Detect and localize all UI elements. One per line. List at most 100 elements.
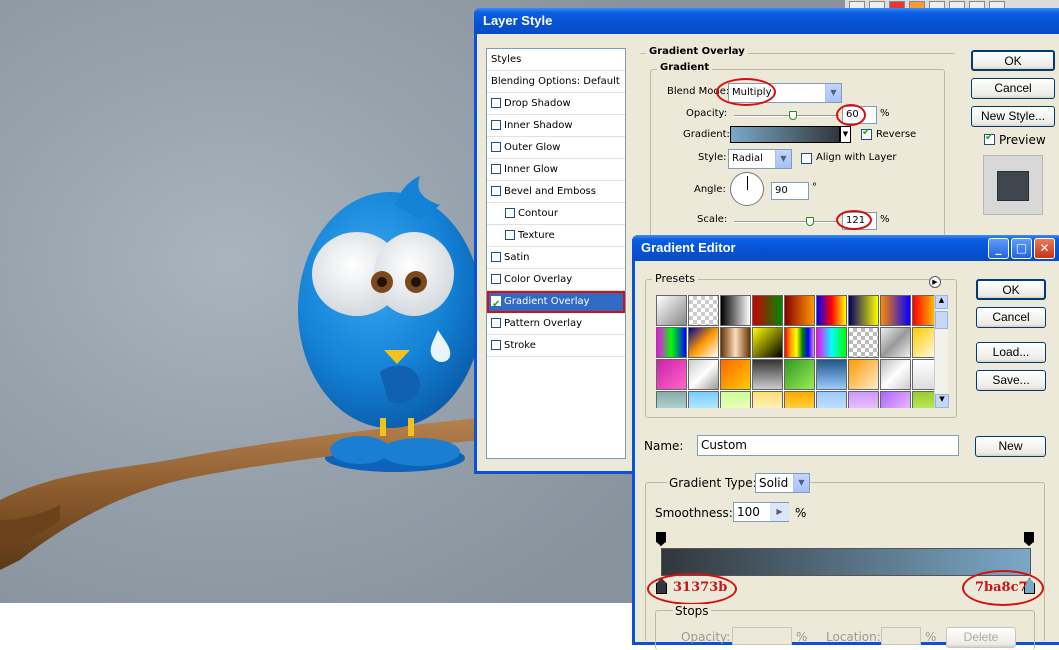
align-with-layer-label: Align with Layer [816,152,897,163]
styles-header[interactable]: Styles [487,49,625,71]
preset-swatch[interactable] [848,327,879,358]
style-item-color-overlay[interactable]: Color Overlay [487,269,625,291]
minimize-icon[interactable]: _ [988,238,1009,259]
name-field[interactable]: Custom [697,435,959,456]
preview-checkbox[interactable] [984,132,995,145]
new-gradient-button[interactable]: New [975,436,1046,457]
preset-swatch[interactable] [720,295,751,326]
style-item-inner-shadow[interactable]: Inner Shadow [487,115,625,137]
preset-swatch[interactable] [912,295,934,326]
style-item-checkbox[interactable] [491,164,501,174]
preset-swatch[interactable] [688,359,719,390]
style-item-checkbox[interactable] [491,142,501,152]
align-with-layer-checkbox[interactable] [801,153,812,164]
style-item-checkbox[interactable] [491,120,501,130]
preset-swatch[interactable] [816,295,847,326]
preset-swatch[interactable] [656,391,687,408]
gradient-preview-bar[interactable] [661,548,1031,576]
preset-swatch[interactable] [688,391,719,408]
preset-swatch[interactable] [912,327,934,358]
presets-scrollbar[interactable]: ▲ ▼ [934,295,949,408]
preset-swatch[interactable] [784,295,815,326]
style-item-inner-glow[interactable]: Inner Glow [487,159,625,181]
preset-swatch[interactable] [784,327,815,358]
gradient-dropdown[interactable]: ▼ [840,126,851,143]
preset-swatch[interactable] [880,327,911,358]
preset-swatch[interactable] [656,359,687,390]
ge-save-button[interactable]: Save... [976,370,1046,391]
style-item-checkbox[interactable] [491,318,501,328]
styles-list: Styles Blending Options: Default Drop Sh… [486,48,626,459]
style-item-texture[interactable]: Texture [487,225,625,247]
preset-swatch[interactable] [880,359,911,390]
preset-swatch[interactable] [848,391,879,408]
style-item-satin[interactable]: Satin [487,247,625,269]
preset-swatch[interactable] [720,327,751,358]
scale-slider[interactable] [734,217,839,226]
style-item-checkbox[interactable] [491,274,501,284]
delete-stop-button[interactable]: Delete [946,627,1016,648]
maximize-icon[interactable]: □ [1011,238,1032,259]
preset-swatch[interactable] [688,295,719,326]
style-item-outer-glow[interactable]: Outer Glow [487,137,625,159]
new-style-button[interactable]: New Style... [971,106,1055,127]
style-item-checkbox[interactable] [491,252,501,262]
preset-swatch[interactable] [656,295,687,326]
preset-swatch[interactable] [784,391,815,408]
ge-ok-button[interactable]: OK [976,279,1046,300]
stop-opacity-field[interactable] [732,627,792,645]
preset-swatch[interactable] [816,327,847,358]
preset-swatch[interactable] [752,295,783,326]
presets-menu-icon[interactable]: ▶ [929,276,941,288]
preset-swatch[interactable] [912,359,934,390]
preset-swatch[interactable] [816,359,847,390]
preset-swatch[interactable] [752,359,783,390]
ge-cancel-button[interactable]: Cancel [976,307,1046,328]
preset-swatch[interactable] [880,295,911,326]
style-item-checkbox[interactable] [505,230,515,240]
style-item-gradient-overlay[interactable]: Gradient Overlay [487,291,625,315]
blending-options-item[interactable]: Blending Options: Default [487,71,625,93]
preset-swatch[interactable] [752,327,783,358]
preset-swatch[interactable] [880,391,911,408]
style-item-drop-shadow[interactable]: Drop Shadow [487,93,625,115]
ge-load-button[interactable]: Load... [976,342,1046,363]
scale-label: Scale: [697,214,728,225]
style-item-checkbox[interactable] [491,98,501,108]
style-item-pattern-overlay[interactable]: Pattern Overlay [487,313,625,335]
preset-swatch[interactable] [848,359,879,390]
close-icon[interactable]: ✕ [1034,238,1055,259]
preset-swatch[interactable] [656,327,687,358]
opacity-slider[interactable] [734,111,839,120]
preset-swatch[interactable] [752,391,783,408]
preset-swatch[interactable] [816,391,847,408]
preset-swatch[interactable] [688,327,719,358]
style-item-checkbox[interactable] [491,340,501,350]
stop-location-field[interactable] [881,627,921,645]
preset-swatch[interactable] [720,359,751,390]
gradient-type-select[interactable]: Solid ▼ [755,473,810,493]
smoothness-arrow-icon[interactable]: ▶ [770,503,789,521]
angle-dial[interactable] [730,172,764,206]
style-select[interactable]: Radial ▼ [728,149,792,169]
scale-slider-thumb[interactable] [806,217,814,226]
style-item-checkbox[interactable] [491,294,501,315]
preset-swatch[interactable] [848,295,879,326]
style-item-checkbox[interactable] [505,208,515,218]
style-item-contour[interactable]: Contour [487,203,625,225]
preset-swatch[interactable] [784,359,815,390]
angle-field[interactable]: 90 [771,182,809,200]
gradient-swatch[interactable] [730,126,840,143]
angle-label: Angle: [694,184,726,195]
cancel-button[interactable]: Cancel [971,78,1055,99]
style-item-checkbox[interactable] [491,186,501,196]
opacity-slider-thumb[interactable] [789,111,797,120]
style-item-stroke[interactable]: Stroke [487,335,625,357]
ok-button[interactable]: OK [971,50,1055,71]
reverse-checkbox[interactable] [861,127,872,140]
preset-swatch[interactable] [720,391,751,408]
stop-opacity-unit: % [796,630,808,644]
preset-swatch[interactable] [912,391,934,408]
style-item-bevel-and-emboss[interactable]: Bevel and Emboss [487,181,625,203]
presets-grid[interactable] [656,295,934,408]
